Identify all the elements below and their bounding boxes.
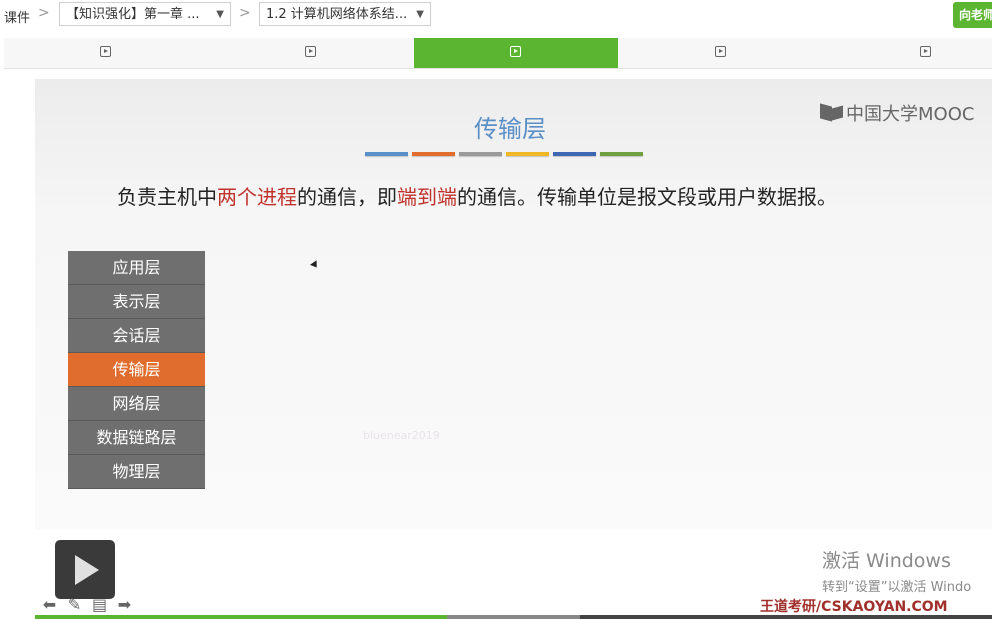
windows-activation-notice: 激活 Windows 转到“设置”以激活 Windo	[822, 546, 971, 595]
play-square-icon	[305, 46, 317, 57]
windows-activation-hint: 转到“设置”以激活 Windo	[822, 580, 972, 595]
color-bar	[600, 152, 643, 156]
section-select[interactable]: 1.2 计算机网络体系结... ▼	[259, 2, 431, 26]
color-bar	[459, 152, 502, 156]
osi-layer: 表示层	[68, 285, 205, 319]
pen-icon[interactable]: ✎	[65, 597, 84, 613]
highlighted-term: 两个进程	[217, 185, 297, 209]
mooc-logo: 中国大学MOOC	[818, 100, 974, 126]
slide-description: 负责主机中两个进程的通信，即端到端的通信。传输单位是报文段或用户数据报。	[117, 181, 837, 210]
unit-tab-1[interactable]	[4, 38, 209, 68]
color-bar	[412, 152, 455, 156]
description-text: 的通信。传输单位是报文段或用户数据报。	[457, 185, 837, 209]
brand-watermark: 王道考研/CSKAOYAN.COM	[760, 599, 948, 615]
color-bar	[553, 152, 596, 156]
ask-teacher-button[interactable]: 向老师提问	[953, 2, 992, 28]
play-square-icon	[100, 46, 112, 57]
chevron-right-icon: >	[38, 5, 50, 21]
unit-tab-4[interactable]	[618, 38, 823, 68]
play-button[interactable]	[55, 540, 115, 599]
unit-tab-2[interactable]	[209, 38, 414, 68]
progress-buffered	[446, 615, 581, 619]
play-square-icon	[714, 46, 726, 57]
play-square-icon	[919, 46, 931, 57]
arrow-right-icon[interactable]: ➡	[115, 597, 134, 613]
windows-activation-title: 激活 Windows	[822, 550, 951, 572]
mooc-logo-text: 中国大学MOOC	[846, 104, 975, 125]
book-logo-icon	[818, 103, 844, 123]
player-tools: ⬅ ✎ ▤ ➡	[40, 597, 134, 613]
osi-layer: 数据链路层	[68, 421, 205, 455]
color-bar	[365, 152, 408, 156]
title-color-bars	[365, 152, 643, 156]
osi-layer: 物理层	[68, 455, 205, 489]
notes-icon[interactable]: ▤	[90, 597, 109, 613]
chapter-select-label: 【知识强化】第一章 ...	[66, 7, 200, 22]
chevron-right-icon: >	[239, 5, 251, 21]
highlighted-term: 端到端	[397, 185, 457, 209]
arrow-left-icon[interactable]: ⬅	[40, 597, 59, 613]
description-text: 的通信，即	[297, 185, 397, 209]
mouse-cursor-icon	[310, 260, 320, 270]
section-select-label: 1.2 计算机网络体系结...	[266, 7, 408, 22]
osi-layer: 会话层	[68, 319, 205, 353]
unit-tabs	[4, 38, 992, 69]
video-progress-bar[interactable]	[35, 615, 992, 619]
unit-tab-3[interactable]	[413, 38, 619, 68]
osi-layer-stack: 应用层 表示层 会话层 传输层 网络层 数据链路层 物理层	[68, 251, 205, 489]
osi-layer: 传输层	[68, 353, 205, 387]
caret-down-icon: ▼	[416, 9, 424, 20]
breadcrumb-root[interactable]: 课件	[4, 7, 30, 26]
watermark-text: bluenear2019	[363, 429, 440, 442]
color-bar	[506, 152, 549, 156]
caret-down-icon: ▼	[216, 9, 224, 20]
progress-played	[35, 615, 447, 619]
unit-tab-5[interactable]	[823, 38, 992, 68]
osi-layer: 应用层	[68, 251, 205, 285]
play-square-icon	[509, 46, 521, 57]
slide: 传输层 中国大学MOOC 负责主机中两个进程的通信，即端到端的通信。传输单位是报…	[35, 79, 992, 529]
osi-layer: 网络层	[68, 387, 205, 421]
chapter-select[interactable]: 【知识强化】第一章 ... ▼	[59, 2, 231, 26]
description-text: 负责主机中	[117, 185, 217, 209]
breadcrumb: 课件 > 【知识强化】第一章 ... ▼ > 1.2 计算机网络体系结... ▼…	[0, 0, 992, 30]
